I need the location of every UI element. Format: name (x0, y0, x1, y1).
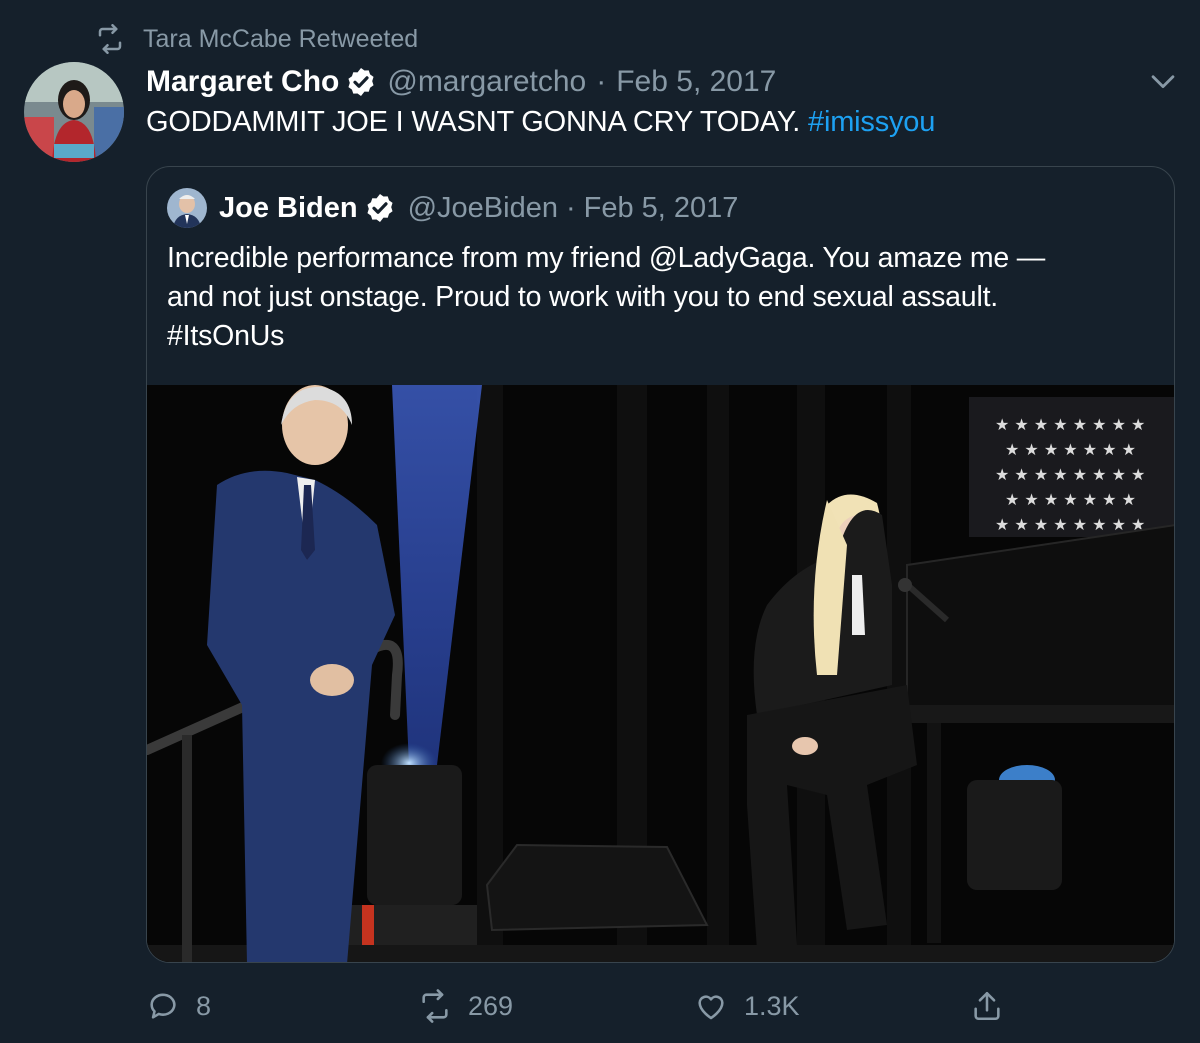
svg-text:★ ★ ★ ★ ★ ★ ★ ★: ★ ★ ★ ★ ★ ★ ★ ★ (995, 415, 1145, 434)
heart-icon (698, 995, 724, 1020)
quoted-tweet-photo[interactable]: ★ ★ ★ ★ ★ ★ ★ ★ ★ ★ ★ ★ ★ ★ ★ ★ ★ ★ ★ ★ … (147, 385, 1174, 962)
quoted-author-name: Joe Biden (219, 191, 358, 224)
svg-text:★ ★ ★ ★ ★ ★ ★ ★: ★ ★ ★ ★ ★ ★ ★ ★ (995, 465, 1145, 484)
share-icon (974, 991, 1000, 1021)
tweet-text-main: GODDAMMIT JOE I WASNT GONNA CRY TODAY. (146, 106, 801, 138)
retweet-notice[interactable]: Tara McCabe Retweeted (95, 22, 418, 56)
like-count: 1.3K (744, 990, 800, 1021)
reply-button[interactable]: 8 (146, 984, 211, 1028)
quoted-author-avatar (167, 188, 207, 228)
svg-text:★ ★ ★ ★ ★ ★ ★: ★ ★ ★ ★ ★ ★ ★ (1005, 440, 1136, 459)
retweet-count: 269 (468, 990, 514, 1021)
retweet-button[interactable]: 269 (418, 984, 513, 1028)
author-avatar[interactable] (24, 62, 124, 162)
tweet-date[interactable]: Feb 5, 2017 (616, 65, 776, 99)
verified-badge-icon (367, 194, 393, 222)
chevron-down-icon[interactable] (1146, 64, 1180, 98)
tweet-hashtag-link[interactable]: #imissyou (808, 106, 935, 138)
quoted-tweet-text: Incredible performance from my friend @L… (167, 239, 1157, 356)
quoted-hashtag: #ItsOnUs (167, 320, 285, 352)
tweet-text: GODDAMMIT JOE I WASNT GONNA CRY TODAY. #… (146, 106, 935, 139)
reply-icon (150, 993, 176, 1019)
quoted-text-line: and not just onstage. Proud to work with… (167, 281, 999, 313)
header-separator: · (596, 65, 607, 98)
quoted-text-line: Incredible performance from my friend @L… (167, 242, 1046, 274)
svg-text:★ ★ ★ ★ ★ ★ ★: ★ ★ ★ ★ ★ ★ ★ (1005, 490, 1136, 509)
quoted-tweet-card[interactable]: Joe Biden @JoeBiden · Feb 5, 2017 Incred… (146, 166, 1175, 963)
quoted-tweet-header: Joe Biden @JoeBiden · Feb 5, 2017 (167, 187, 738, 229)
author-name[interactable]: Margaret Cho (146, 65, 339, 99)
svg-text:★ ★ ★ ★ ★ ★ ★ ★: ★ ★ ★ ★ ★ ★ ★ ★ (995, 515, 1145, 534)
author-handle[interactable]: @margaretcho (387, 65, 586, 99)
tweet-actions: 8 269 1.3K (146, 984, 1026, 1028)
share-button[interactable] (970, 984, 1004, 1028)
retweet-notice-text: Tara McCabe Retweeted (143, 24, 419, 53)
verified-badge-icon (348, 68, 374, 96)
retweet-icon (98, 24, 122, 54)
quoted-tweet-date: Feb 5, 2017 (583, 191, 739, 224)
like-button[interactable]: 1.3K (694, 984, 800, 1028)
reply-count: 8 (196, 990, 212, 1021)
tweet-header: Margaret Cho @margaretcho · Feb 5, 2017 (146, 60, 776, 104)
quoted-header-separator: · (565, 191, 576, 224)
retweet-icon (422, 989, 448, 1023)
quoted-author-handle: @JoeBiden (407, 191, 558, 224)
